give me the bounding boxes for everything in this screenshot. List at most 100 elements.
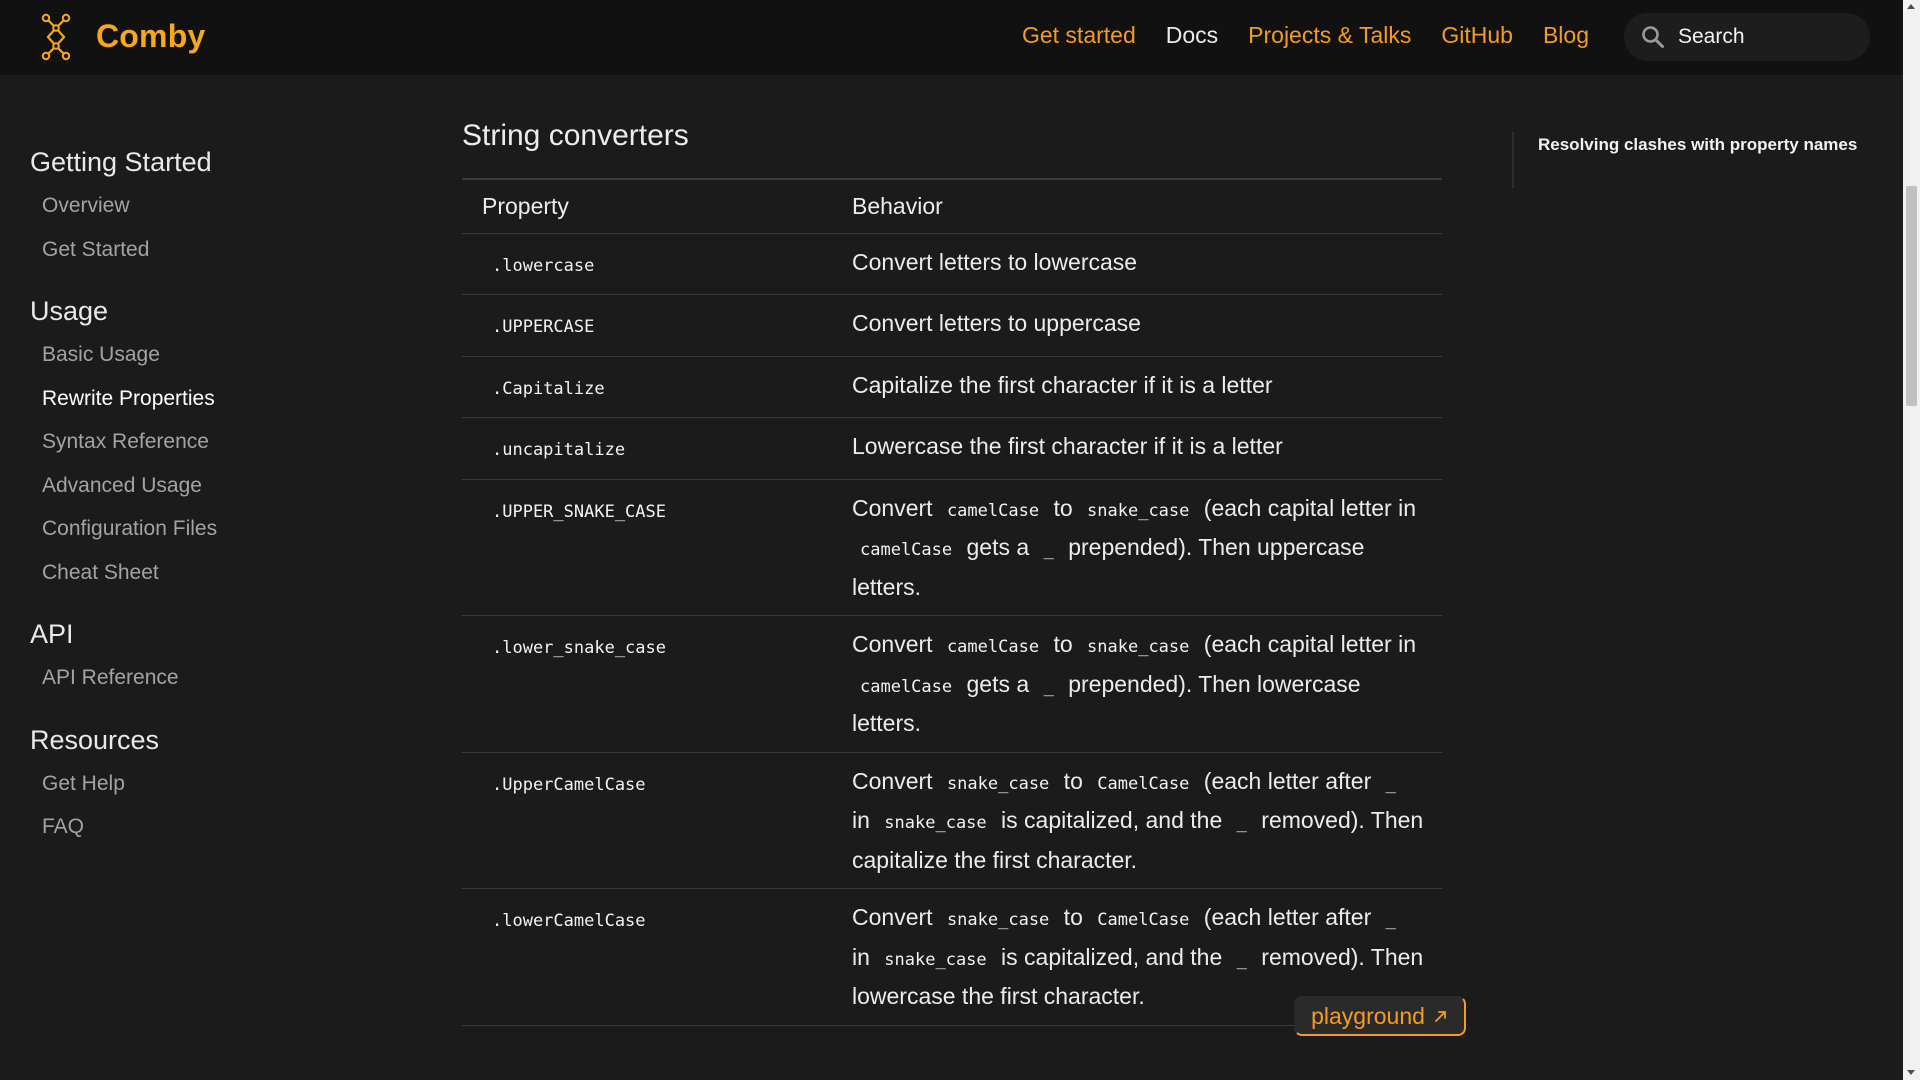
inline-code: CamelCase	[1097, 910, 1190, 930]
sidebar-heading: API	[30, 619, 74, 649]
sidebar-item-get-help[interactable]: Get Help	[30, 762, 390, 806]
column-header-property: Property	[462, 179, 840, 234]
nav-links: Get started Docs Projects & Talks GitHub…	[1022, 22, 1589, 49]
property-cell: .lower_snake_case	[462, 615, 840, 753]
property-cell: .UpperCamelCase	[462, 752, 840, 889]
table-row: .UPPER_SNAKE_CASE Convert camelCase to sn…	[462, 479, 1442, 616]
sidebar-item-faq[interactable]: FAQ	[30, 805, 390, 849]
playground-label: playground	[1311, 1002, 1425, 1029]
behavior-text: Convert letters to uppercase	[852, 310, 1141, 336]
behavior-text: gets a	[960, 534, 1036, 560]
behavior-text: (each capital letter in	[1197, 494, 1417, 521]
scrollbar-thumb[interactable]	[1906, 186, 1917, 406]
inline-code: camelCase	[860, 676, 953, 697]
nav-link-projects-talks[interactable]: Projects & Talks	[1248, 22, 1411, 49]
on-this-page-toc: Resolving clashes with property names	[1512, 132, 1857, 188]
scroll-down-arrow-icon[interactable]	[1907, 1070, 1915, 1075]
inline-code: _	[1385, 773, 1396, 794]
sidebar-group-getting-started: Getting Started Overview Get Started	[30, 140, 390, 271]
behavior-text: Convert	[852, 631, 939, 657]
sidebar-heading: Resources	[30, 724, 160, 755]
nav-link-github[interactable]: GitHub	[1441, 22, 1513, 49]
behavior-text: Convert	[852, 494, 939, 521]
sidebar-item-overview[interactable]: Overview	[30, 184, 390, 228]
behavior-text: to	[1047, 631, 1080, 657]
inline-code: snake_case	[1087, 500, 1190, 521]
table-row: .UpperCamelCase Convert snake_case to Cam…	[462, 752, 1442, 889]
table-row: .lowercase Convert letters to lowercase	[462, 233, 1442, 295]
behavior-text: to	[1047, 494, 1080, 521]
scroll-up-arrow-icon[interactable]	[1907, 4, 1915, 9]
sidebar-group-usage: Usage Basic Usage Rewrite Properties Syn…	[30, 289, 390, 594]
toc-item-resolving-clashes[interactable]: Resolving clashes with property names	[1538, 132, 1857, 158]
behavior-cell: Capitalize the first character if it is …	[840, 356, 1442, 418]
behavior-cell: Convert letters to lowercase	[840, 233, 1442, 295]
inline-code: snake_case	[1087, 637, 1190, 657]
inline-code: snake_case	[884, 813, 987, 833]
inline-code: _	[1043, 676, 1054, 697]
behavior-text: is capitalized, and the	[994, 807, 1229, 833]
behavior-text: Convert	[852, 767, 939, 794]
table-row: .Capitalize Capitalize the first characte…	[462, 356, 1442, 418]
nav-link-get-started[interactable]: Get started	[1022, 22, 1136, 49]
string-converters-table: Property Behavior .lowercase Convert lett…	[462, 178, 1442, 1026]
property-cell: .Capitalize	[462, 356, 840, 418]
table-row: .uncapitalize Lowercase the first charact…	[462, 417, 1442, 480]
inline-code: snake_case	[946, 910, 1050, 930]
nav-link-blog[interactable]: Blog	[1543, 22, 1589, 49]
property-cell: .UPPER_SNAKE_CASE	[462, 479, 840, 616]
behavior-text: gets a	[960, 670, 1036, 697]
inline-code: _	[1236, 949, 1247, 970]
behavior-text: Lowercase the first character if it is a…	[852, 433, 1283, 459]
playground-button[interactable]: playground	[1294, 996, 1466, 1036]
inline-code: snake_case	[884, 949, 987, 970]
sidebar-item-advanced-usage[interactable]: Advanced Usage	[30, 464, 390, 508]
main-content: String converters Property Behavior .low…	[462, 112, 1442, 1026]
sidebar-item-rewrite-properties[interactable]: Rewrite Properties	[30, 377, 390, 421]
behavior-cell: Convert camelCase to snake_case (each ca…	[840, 615, 1442, 753]
comby-logo-icon[interactable]	[36, 12, 76, 62]
brand-name[interactable]: Comby	[96, 18, 205, 55]
property-cell: .UPPERCASE	[462, 294, 840, 357]
property-cell: .lowercase	[462, 233, 840, 295]
table-row: .lower_snake_case Convert camelCase to sn…	[462, 615, 1442, 753]
inline-code: _	[1043, 540, 1054, 560]
sidebar-group-api: API API Reference	[30, 612, 390, 700]
property-cell: .lowerCamelCase	[462, 888, 840, 1026]
sidebar-item-syntax-reference[interactable]: Syntax Reference	[30, 420, 390, 464]
sidebar-item-basic-usage[interactable]: Basic Usage	[30, 333, 390, 377]
sidebar-item-api-reference[interactable]: API Reference	[30, 656, 390, 700]
external-link-icon	[1435, 1011, 1446, 1022]
section-title: String converters	[462, 119, 689, 152]
inline-code: camelCase	[860, 540, 953, 560]
sidebar-heading: Usage	[30, 296, 109, 326]
page-scrollbar[interactable]	[1903, 0, 1920, 1080]
behavior-text: is capitalized, and the	[994, 943, 1229, 970]
behavior-text: in	[852, 807, 877, 833]
table-header-row: Property Behavior	[462, 179, 1442, 234]
sidebar-item-cheat-sheet[interactable]: Cheat Sheet	[30, 551, 390, 595]
search-box[interactable]: Search	[1624, 13, 1870, 61]
behavior-text: Convert letters to lowercase	[852, 248, 1138, 275]
sidebar-item-configuration-files[interactable]: Configuration Files	[30, 507, 390, 551]
inline-code: _	[1385, 910, 1396, 930]
inline-code: CamelCase	[1097, 773, 1190, 794]
sidebar-group-resources: Resources Get Help FAQ	[30, 718, 390, 849]
docs-sidebar: Getting Started Overview Get Started Usa…	[30, 140, 390, 867]
search-icon	[1642, 26, 1664, 48]
behavior-text: (each letter after	[1197, 767, 1378, 794]
behavior-text: Capitalize the first character if it is …	[852, 371, 1273, 398]
sidebar-item-get-started[interactable]: Get Started	[30, 228, 390, 272]
behavior-text: in	[852, 943, 877, 970]
behavior-text: Convert	[852, 904, 939, 930]
top-navbar: Comby Get started Docs Projects & Talks …	[0, 0, 1903, 75]
inline-code: snake_case	[946, 773, 1050, 794]
behavior-text: to	[1057, 904, 1090, 930]
nav-link-docs[interactable]: Docs	[1166, 22, 1218, 49]
behavior-cell: Convert snake_case to CamelCase (each le…	[840, 752, 1442, 889]
search-label: Search	[1678, 25, 1745, 48]
behavior-cell: Convert letters to uppercase	[840, 294, 1442, 357]
table-row: .UPPERCASE Convert letters to uppercase	[462, 294, 1442, 357]
column-header-behavior: Behavior	[840, 179, 1442, 234]
inline-code: _	[1236, 813, 1247, 833]
